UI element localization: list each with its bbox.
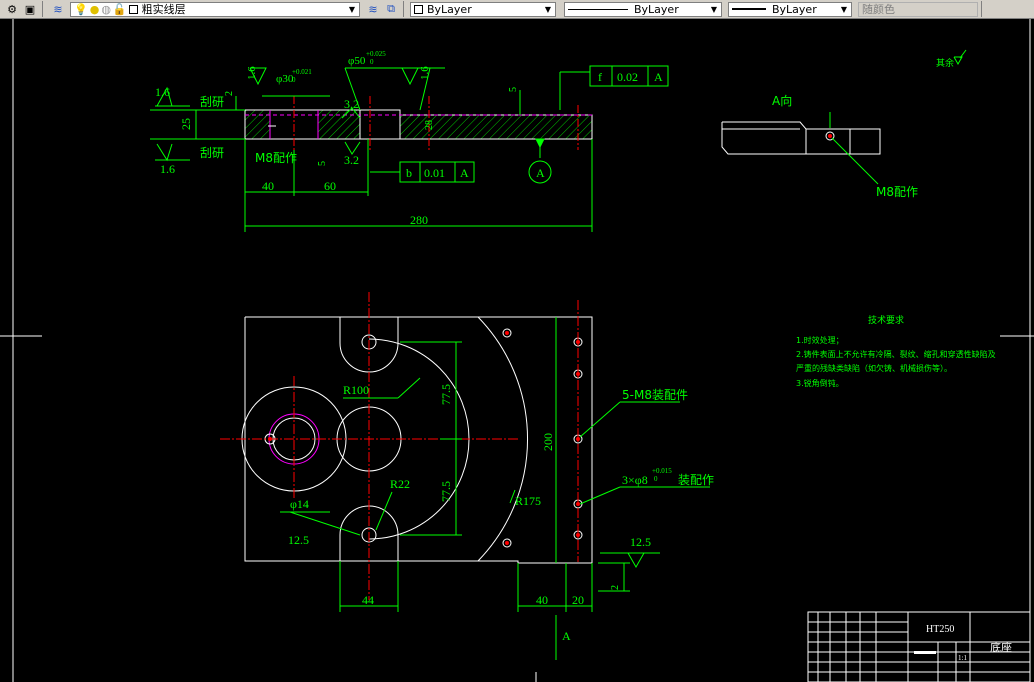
drawing-svg: 1.6 刮研 1.6 刮研 25 2 1.6 φ30 +0.021 0 φ50 … bbox=[0, 19, 1034, 682]
tech-req-line: 3.锐角倒钝。 bbox=[796, 378, 844, 388]
holes-3phi8-tol-upper: +0.015 bbox=[652, 467, 672, 475]
properties-toolbar: ⚙ ▣ ≋ 💡 ● ◍ 🔓 粗实线层 ▼ ≋ ⧉ ByLayer ▼ ByLay… bbox=[0, 0, 1034, 19]
dim-5-small: 5 bbox=[317, 161, 328, 166]
save-icon[interactable]: ▣ bbox=[23, 2, 37, 16]
dim-77-5-bottom: 77.5 bbox=[439, 481, 453, 502]
parallel-datum: A bbox=[460, 166, 469, 180]
phi50-tol-lower: 0 bbox=[370, 58, 374, 66]
svg-text:其余: 其余 bbox=[936, 57, 954, 69]
lightbulb-icon[interactable]: 💡 bbox=[74, 3, 88, 16]
gear-icon[interactable]: ⚙ bbox=[5, 2, 19, 16]
dim-60-section: 60 bbox=[324, 179, 336, 193]
title-block: HT250 底座 1:1 bbox=[807, 611, 1031, 682]
phi30-tol-upper: +0.021 bbox=[292, 68, 312, 76]
lock-icon[interactable]: 🔓 bbox=[113, 3, 127, 16]
dim-5-right: 5 bbox=[508, 87, 519, 92]
dim-20-plan: 20 bbox=[572, 593, 584, 607]
flatness-value: 0.02 bbox=[617, 70, 638, 84]
dim-40-plan: 40 bbox=[536, 593, 548, 607]
ra-mid-bottom: 3.2 bbox=[344, 153, 359, 167]
sun-icon[interactable]: ● bbox=[90, 3, 100, 16]
view-a-title: A向 bbox=[772, 93, 792, 108]
grind-bottom-label: 刮研 bbox=[200, 146, 224, 160]
dim-r22: R22 bbox=[390, 477, 410, 491]
linetype-dropdown[interactable]: ByLayer ▼ bbox=[564, 1, 722, 17]
phi30-tol-lower: 0 bbox=[292, 76, 296, 84]
holes-3phi8-tol-lower: 0 bbox=[654, 475, 658, 483]
dim-2-left: 2 bbox=[224, 91, 235, 96]
chevron-down-icon[interactable]: ▼ bbox=[346, 4, 358, 15]
ra-top-1: 1.6 bbox=[246, 66, 258, 80]
holes-3phi8-label: 3×φ8 bbox=[622, 473, 648, 487]
ra-left-bottom: 1.6 bbox=[160, 162, 175, 176]
dim-280: 280 bbox=[410, 213, 428, 227]
dim-40-section: 40 bbox=[262, 179, 274, 193]
tech-req-line: 2.铸件表面上不允许有冷隔、裂纹、缩孔和穿透性缺陷及 bbox=[796, 349, 996, 359]
lineweight-sample bbox=[732, 8, 766, 10]
datum-a-plan: A bbox=[562, 629, 571, 643]
tech-req-line: 1.时效处理； bbox=[796, 335, 844, 345]
dim-2-right: 2 bbox=[610, 585, 621, 590]
datum-label-section: A bbox=[536, 166, 545, 180]
grind-top-label: 刮研 bbox=[200, 95, 224, 109]
m8-section-label: M8配作 bbox=[255, 151, 297, 165]
top-right-note: 其余 bbox=[936, 49, 967, 69]
linetype-sample bbox=[568, 8, 628, 10]
scale-text: 1:1 bbox=[958, 654, 967, 662]
toolbar-left-group: ⚙ ▣ bbox=[0, 1, 43, 17]
chevron-down-icon[interactable]: ▼ bbox=[542, 4, 554, 15]
layer-previous-icon[interactable]: ⧉ bbox=[384, 2, 398, 16]
linetype-value: ByLayer bbox=[634, 2, 679, 16]
layer-group: ≋ 💡 ● ◍ 🔓 粗实线层 ▼ ≋ ⧉ bbox=[43, 1, 404, 17]
plotstyle-dropdown: 随颜色 bbox=[858, 1, 978, 17]
material-text: HT250 bbox=[926, 624, 954, 635]
phi50-dim: φ50 bbox=[348, 55, 366, 67]
tech-req-line: 严重的残缺类缺陷（如欠铸、机械损伤等）。 bbox=[796, 363, 952, 373]
layer-color-swatch bbox=[128, 4, 138, 14]
ra-12-5-right: 12.5 bbox=[630, 535, 651, 549]
view-a-m8-label: M8配作 bbox=[876, 185, 918, 199]
tech-requirements: 技术要求 1.时效处理； 2.铸件表面上不允许有冷隔、裂纹、缩孔和穿透性缺陷及 … bbox=[796, 314, 996, 388]
make-current-layer-icon[interactable]: ≋ bbox=[366, 2, 380, 16]
tech-req-title: 技术要求 bbox=[868, 314, 904, 326]
part-name-text: 底座 bbox=[990, 640, 1012, 654]
dim-r100: R100 bbox=[343, 383, 369, 397]
lineweight-value: ByLayer bbox=[772, 2, 817, 16]
dim-200: 200 bbox=[541, 433, 555, 451]
holes-3phi8-suffix: 装配作 bbox=[678, 473, 714, 487]
dim-28: 28 bbox=[424, 120, 435, 130]
ra-left-top: 1.6 bbox=[155, 85, 170, 99]
chevron-down-icon[interactable]: ▼ bbox=[838, 4, 850, 15]
phi50-tol-upper: +0.025 bbox=[366, 50, 386, 58]
holes-5m8-label: 5-M8装配件 bbox=[622, 388, 688, 402]
dim-77-5-top: 77.5 bbox=[439, 384, 453, 405]
ra-mid-top: 3.2 bbox=[344, 97, 359, 111]
parallel-value: 0.01 bbox=[424, 166, 445, 180]
parallel-symbol: b bbox=[406, 166, 412, 180]
color-dropdown[interactable]: ByLayer ▼ bbox=[410, 1, 556, 17]
freeze-icon[interactable]: ◍ bbox=[101, 3, 111, 16]
flatness-datum: A bbox=[654, 70, 663, 84]
ra-12-5-left: 12.5 bbox=[288, 533, 309, 547]
ra-top-2: 1.6 bbox=[419, 66, 431, 80]
layer-name: 粗实线层 bbox=[141, 3, 186, 16]
dim-44: 44 bbox=[362, 593, 374, 607]
flatness-symbol: f bbox=[598, 70, 602, 84]
view-a: A向 M8配作 bbox=[721, 93, 918, 199]
drawing-canvas[interactable]: 1.6 刮研 1.6 刮研 25 2 1.6 φ30 +0.021 0 φ50 … bbox=[0, 19, 1034, 682]
color-swatch bbox=[414, 4, 423, 14]
dim-phi14: φ14 bbox=[290, 497, 309, 511]
lineweight-dropdown[interactable]: ByLayer ▼ bbox=[728, 1, 852, 17]
layer-dropdown[interactable]: 💡 ● ◍ 🔓 粗实线层 ▼ bbox=[70, 1, 360, 17]
plan-view: R100 77.5 77.5 R22 φ14 12.5 200 R175 5-M… bbox=[220, 292, 714, 660]
properties-group: ByLayer ▼ ByLayer ▼ ByLayer ▼ 随颜色 bbox=[404, 1, 982, 17]
plotstyle-value: 随颜色 bbox=[862, 3, 895, 16]
section-view: 1.6 刮研 1.6 刮研 25 2 1.6 φ30 +0.021 0 φ50 … bbox=[150, 50, 669, 232]
color-value: ByLayer bbox=[427, 2, 472, 16]
dim-r175: R175 bbox=[515, 494, 541, 508]
dim-25: 25 bbox=[179, 118, 193, 130]
section-bore-mid bbox=[359, 109, 401, 140]
layer-manager-icon[interactable]: ≋ bbox=[51, 2, 65, 16]
chevron-down-icon[interactable]: ▼ bbox=[708, 4, 720, 15]
